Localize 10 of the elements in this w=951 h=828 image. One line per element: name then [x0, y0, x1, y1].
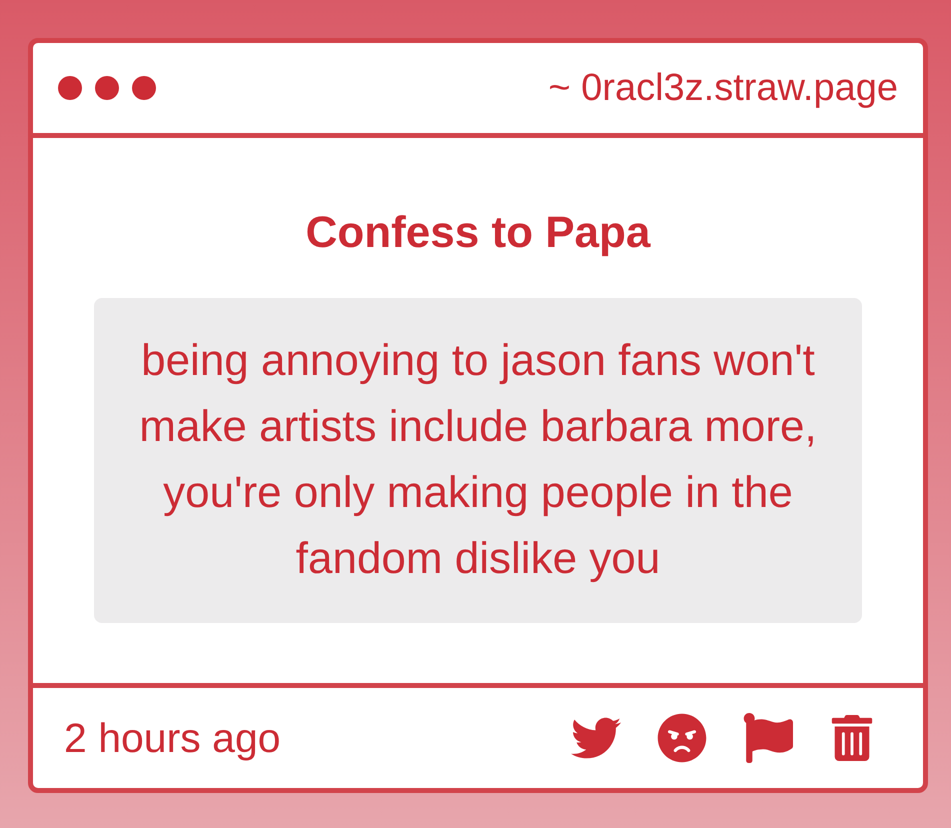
- message-text: being annoying to jason fans won't make artists include barbara more, you're only making people in the fandom dislike you: [94, 298, 862, 623]
- timestamp: 2 hours ago: [64, 714, 281, 762]
- angry-face-icon[interactable]: [657, 713, 707, 763]
- trash-icon[interactable]: [829, 715, 875, 761]
- site-url: ~ 0racl3z.straw.page: [548, 66, 898, 110]
- window-dot-icon: [95, 76, 119, 100]
- window-dot-icon: [58, 76, 82, 100]
- window-dot-icon: [132, 76, 156, 100]
- flag-icon[interactable]: [743, 713, 793, 763]
- card-title: Confess to Papa: [306, 207, 650, 259]
